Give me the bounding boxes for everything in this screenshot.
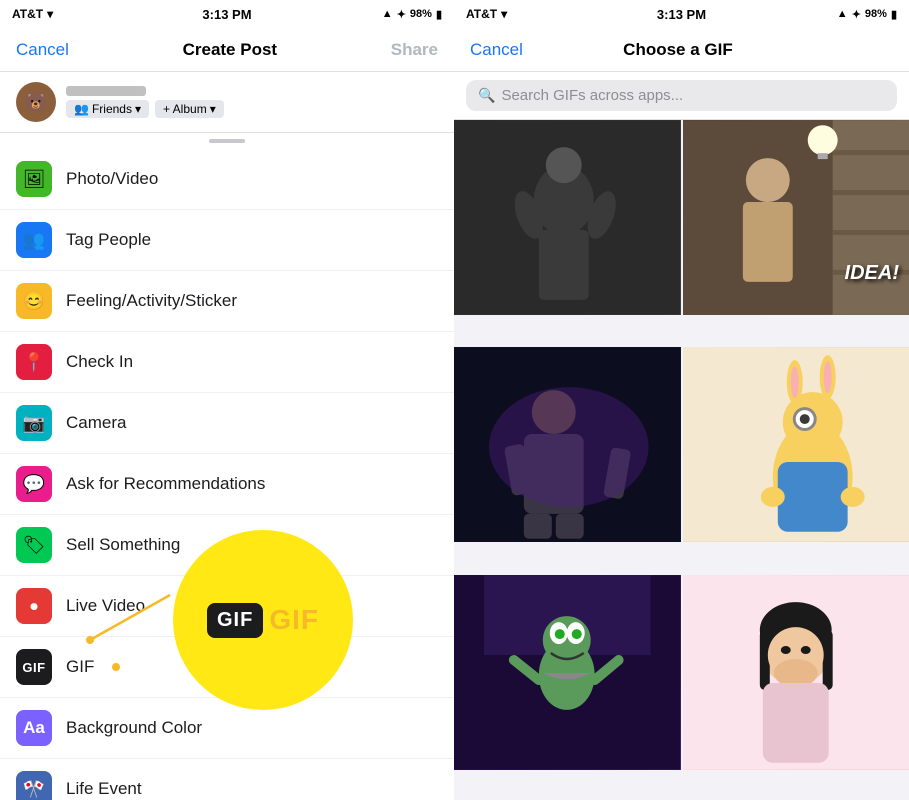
gif-spotlight-inner: GIF GIF [207,603,319,638]
sell-label: Sell Something [66,535,180,555]
album-label: + Album [163,102,207,116]
menu-item-feeling[interactable]: 😊 Feeling/Activity/Sticker [0,271,454,332]
audience-row: 👥 Friends ▾ + Album ▾ [66,100,224,118]
page-title: Create Post [183,40,277,60]
cancel-button[interactable]: Cancel [16,40,69,60]
username-bar [66,86,146,96]
sell-icon: 🏷 [16,527,52,563]
tag-people-label: Tag People [66,230,151,250]
left-panel: AT&T ▾ 3:13 PM ▲ ✦ 98% ▮ Cancel Create P… [0,0,454,800]
right-page-title: Choose a GIF [623,40,733,60]
feeling-label: Feeling/Activity/Sticker [66,291,237,311]
right-bt-icon: ✦ [852,8,861,21]
right-cancel-button[interactable]: Cancel [470,40,523,60]
menu-item-check-in[interactable]: 📍 Check In [0,332,454,393]
left-status-left: AT&T ▾ [12,7,53,21]
friends-label: Friends [92,102,132,116]
check-in-label: Check In [66,352,133,372]
gif-item-2[interactable]: IDEA! [683,120,909,315]
drag-pill [209,139,245,143]
ask-recommendations-icon: 💬 [16,466,52,502]
album-chevron-icon: ▾ [210,102,216,116]
user-info: 👥 Friends ▾ + Album ▾ [66,86,224,118]
drag-handle [0,133,454,149]
gif-grid: IDEA! [454,120,909,800]
left-status-right: ▲ ✦ 98% ▮ [382,8,442,21]
right-status-right: ▲ ✦ 98% ▮ [837,8,897,21]
gif-spotlight: GIF GIF [173,530,353,710]
photo-video-label: Photo/Video [66,169,158,189]
right-status-left: AT&T ▾ [466,7,507,21]
friends-icon: 👥 [74,102,89,116]
right-nav-bar: Cancel Choose a GIF [454,28,909,72]
right-wifi-icon: ▾ [501,7,507,21]
photo-video-icon: 🖼 [16,161,52,197]
ask-recommendations-label: Ask for Recommendations [66,474,265,494]
album-button[interactable]: + Album ▾ [155,100,224,118]
gif-dark-badge: GIF [207,603,263,638]
gif-label: GIF [66,657,94,677]
right-battery-icon: ▮ [891,8,897,21]
menu-item-tag-people[interactable]: 👥 Tag People [0,210,454,271]
tag-people-icon: 👥 [16,222,52,258]
menu-item-photo-video[interactable]: 🖼 Photo/Video [0,149,454,210]
search-icon: 🔍 [478,87,495,104]
background-color-icon: Aa [16,710,52,746]
check-in-icon: 📍 [16,344,52,380]
gif-dot [112,663,120,671]
bt-icon: ✦ [397,8,406,21]
idea-text: IDEA! [845,262,899,285]
friends-button[interactable]: 👥 Friends ▾ [66,100,149,118]
menu-item-background-color[interactable]: Aa Background Color [0,698,454,759]
gif-item-5[interactable] [454,575,681,770]
carrier-text: AT&T [12,7,43,21]
menu-item-life-event[interactable]: 🎌 Life Event [0,759,454,800]
search-input-wrapper[interactable]: 🔍 Search GIFs across apps... [466,80,897,111]
share-button[interactable]: Share [391,40,438,60]
gif-item-1[interactable] [454,120,681,315]
right-gps-icon: ▲ [837,8,848,20]
right-panel: AT&T ▾ 3:13 PM ▲ ✦ 98% ▮ Cancel Choose a… [454,0,909,800]
background-color-label: Background Color [66,718,202,738]
menu-item-camera[interactable]: 📷 Camera [0,393,454,454]
battery-text: 98% [410,8,432,20]
gif-yellow-text: GIF [269,604,319,636]
right-carrier: AT&T [466,7,497,21]
wifi-icon: ▾ [47,7,53,21]
left-nav-bar: Cancel Create Post Share [0,28,454,72]
left-status-bar: AT&T ▾ 3:13 PM ▲ ✦ 98% ▮ [0,0,454,28]
life-event-icon: 🎌 [16,771,52,800]
avatar: 🐻 [16,82,56,122]
life-event-label: Life Event [66,779,142,799]
search-bar: 🔍 Search GIFs across apps... [454,72,909,120]
post-header: 🐻 👥 Friends ▾ + Album ▾ [0,72,454,133]
gps-icon: ▲ [382,8,393,20]
gif-icon: GIF [16,649,52,685]
live-video-icon: ⏺ [16,588,52,624]
battery-icon: ▮ [436,8,442,21]
gif-item-4[interactable] [683,347,909,542]
right-status-bar: AT&T ▾ 3:13 PM ▲ ✦ 98% ▮ [454,0,909,28]
right-battery-text: 98% [865,8,887,20]
right-time: 3:13 PM [657,7,706,22]
camera-label: Camera [66,413,126,433]
camera-icon: 📷 [16,405,52,441]
feeling-icon: 😊 [16,283,52,319]
gif-arrow [60,590,180,650]
menu-item-ask-recommendations[interactable]: 💬 Ask for Recommendations [0,454,454,515]
gif-item-6[interactable] [683,575,909,770]
left-time: 3:13 PM [202,7,251,22]
search-placeholder: Search GIFs across apps... [501,87,683,104]
chevron-down-icon: ▾ [135,102,141,116]
gif-item-3[interactable] [454,347,681,542]
